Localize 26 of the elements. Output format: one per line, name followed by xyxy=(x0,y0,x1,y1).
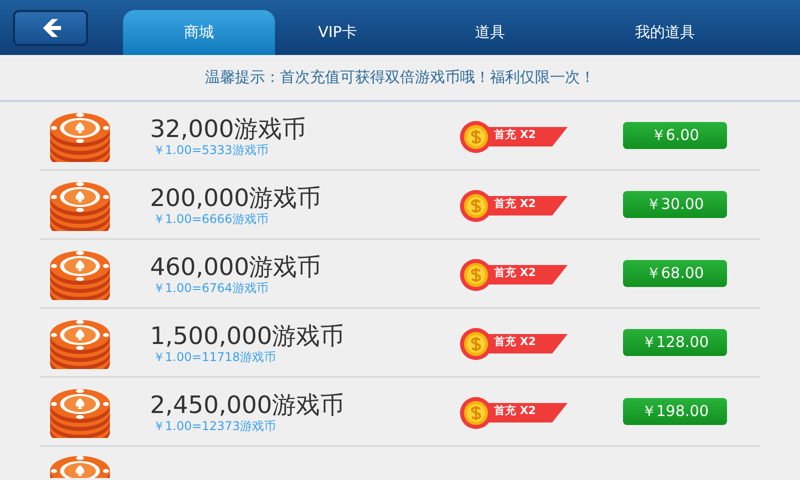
exchange-rate: ￥1.00=5333游戏币 xyxy=(152,142,270,156)
coin-amount: 2,450,000游戏币 xyxy=(150,390,346,418)
tab[interactable]: 商城 xyxy=(123,10,275,55)
dollar-coin-icon xyxy=(464,194,488,218)
dollar-coin-icon xyxy=(464,400,488,424)
exchange-rate: ￥1.00=11718游戏币 xyxy=(152,350,277,364)
tab[interactable]: 道具 xyxy=(400,10,580,55)
exchange-rate: ￥1.00=6666游戏币 xyxy=(152,212,270,226)
back-button[interactable] xyxy=(13,10,88,46)
exchange-rate: ￥1.00=12373游戏币 xyxy=(152,418,277,432)
coin-amount: 460,000游戏币 xyxy=(150,252,322,280)
tab[interactable]: VIP卡 xyxy=(275,10,400,55)
price-button[interactable]: ￥128.00 xyxy=(623,329,727,356)
price-button[interactable]: ￥68.00 xyxy=(623,260,727,287)
price-button[interactable]: ￥30.00 xyxy=(623,191,727,218)
exchange-rate: ￥1.00=6764游戏币 xyxy=(152,280,270,294)
dollar-coin-icon xyxy=(464,262,488,286)
coin-amount: 1,500,000游戏币 xyxy=(150,322,346,350)
notice-text: 温馨提示：首次充值可获得双倍游戏币哦！福利仅限一次！ xyxy=(205,67,595,88)
dollar-coin-icon xyxy=(464,332,488,356)
coin-amount: 32,000游戏币 xyxy=(150,114,307,142)
dollar-coin-icon xyxy=(464,124,488,148)
tab[interactable]: 我的道具 xyxy=(580,10,750,55)
price-button[interactable]: ￥198.00 xyxy=(623,398,727,425)
coin-amount: 200,000游戏币 xyxy=(150,184,322,212)
price-button[interactable]: ￥6.00 xyxy=(623,122,727,149)
